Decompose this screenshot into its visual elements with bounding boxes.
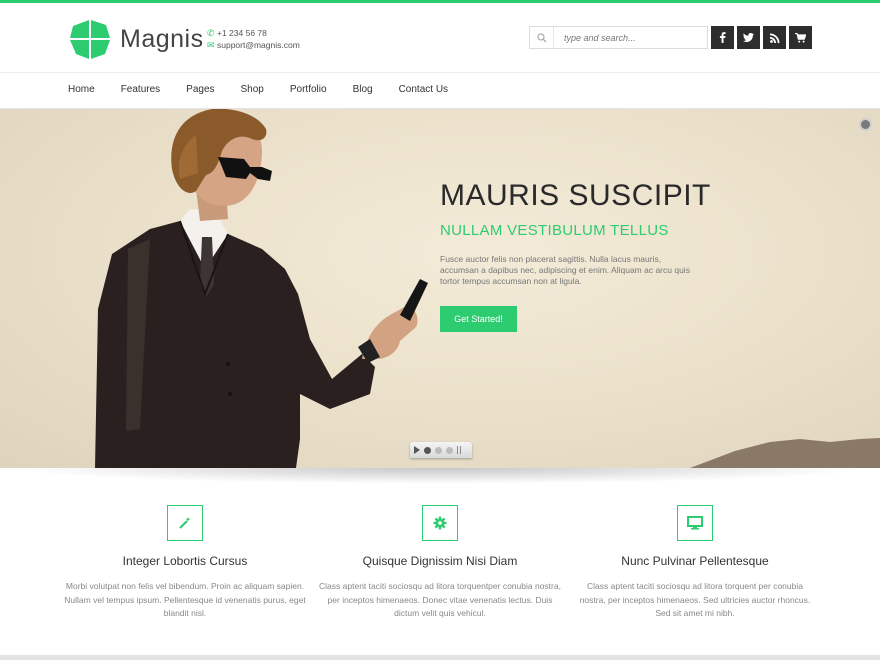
search-icon[interactable]	[530, 27, 554, 48]
main-nav: Home Features Pages Shop Portfolio Blog …	[0, 72, 880, 109]
nav-item-blog[interactable]: Blog	[353, 84, 373, 95]
feature-title: Quisque Dignissim Nisi Diam	[362, 554, 518, 568]
rss-icon[interactable]	[763, 26, 786, 49]
gear-icon	[422, 505, 458, 541]
search-box[interactable]	[529, 26, 708, 49]
site-header: Magnis ✆ +1 234 56 78 ✉ support@magnis.c…	[0, 3, 880, 72]
contact-info: ✆ +1 234 56 78 ✉ support@magnis.com	[207, 27, 300, 51]
monitor-icon	[677, 505, 713, 541]
feature-description: Morbi volutpat non felis vel bibendum. P…	[64, 581, 306, 618]
magic-wand-icon	[167, 505, 203, 541]
facebook-icon[interactable]	[711, 26, 734, 49]
footer-divider	[0, 655, 880, 660]
feature-description: Class aptent taciti sociosqu ad litora t…	[579, 581, 811, 618]
feature-title: Nunc Pulvinar Pellentesque	[621, 554, 769, 568]
phone-row: ✆ +1 234 56 78	[207, 27, 300, 39]
nav-item-shop[interactable]: Shop	[241, 84, 264, 95]
phone-icon: ✆	[207, 28, 215, 38]
nav-item-features[interactable]: Features	[121, 84, 160, 95]
hero-image	[95, 109, 880, 468]
pause-icon[interactable]	[457, 446, 461, 454]
play-icon[interactable]	[414, 446, 420, 454]
slide-bullet[interactable]	[424, 446, 431, 454]
hero-slider: MAURIS SUSCIPIT NULLAM VESTIBULUM TELLUS…	[0, 109, 880, 468]
social-links	[711, 26, 812, 49]
nav-item-contact-us[interactable]: Contact Us	[399, 84, 448, 95]
logo-text: Magnis	[120, 24, 204, 53]
nav-item-pages[interactable]: Pages	[186, 84, 214, 95]
search-input[interactable]	[554, 27, 704, 48]
hero-subtitle: NULLAM VESTIBULUM TELLUS	[440, 222, 669, 239]
nav-item-portfolio[interactable]: Portfolio	[290, 84, 327, 95]
get-started-button[interactable]: Get Started!	[440, 306, 517, 332]
phone-number: +1 234 56 78	[217, 28, 267, 38]
logo[interactable]: Magnis	[68, 17, 204, 61]
email-row[interactable]: ✉ support@magnis.com	[207, 39, 300, 51]
slide-bullet[interactable]	[435, 446, 442, 454]
cart-icon[interactable]	[789, 26, 812, 49]
hero-shadow	[10, 468, 870, 484]
hero-description: Fusce auctor felis non placerat sagittis…	[440, 254, 690, 286]
feature-title: Integer Lobortis Cursus	[122, 554, 248, 568]
hero-title: MAURIS SUSCIPIT	[440, 179, 711, 212]
envelope-icon: ✉	[207, 40, 215, 50]
slider-controls	[410, 442, 472, 458]
email-address[interactable]: support@magnis.com	[217, 39, 300, 51]
slide-bullet[interactable]	[446, 446, 453, 454]
feature-description: Class aptent taciti sociosqu ad litora t…	[319, 581, 561, 618]
nav-item-home[interactable]: Home	[68, 84, 95, 95]
slide-indicator-dot[interactable]	[861, 120, 870, 129]
feature-card: Integer Lobortis Cursus Morbi volutpat n…	[55, 505, 315, 621]
feature-card: Nunc Pulvinar Pellentesque Class aptent …	[565, 505, 825, 621]
feature-card: Quisque Dignissim Nisi Diam Class aptent…	[310, 505, 570, 621]
logo-mark-icon	[70, 20, 110, 59]
twitter-icon[interactable]	[737, 26, 760, 49]
